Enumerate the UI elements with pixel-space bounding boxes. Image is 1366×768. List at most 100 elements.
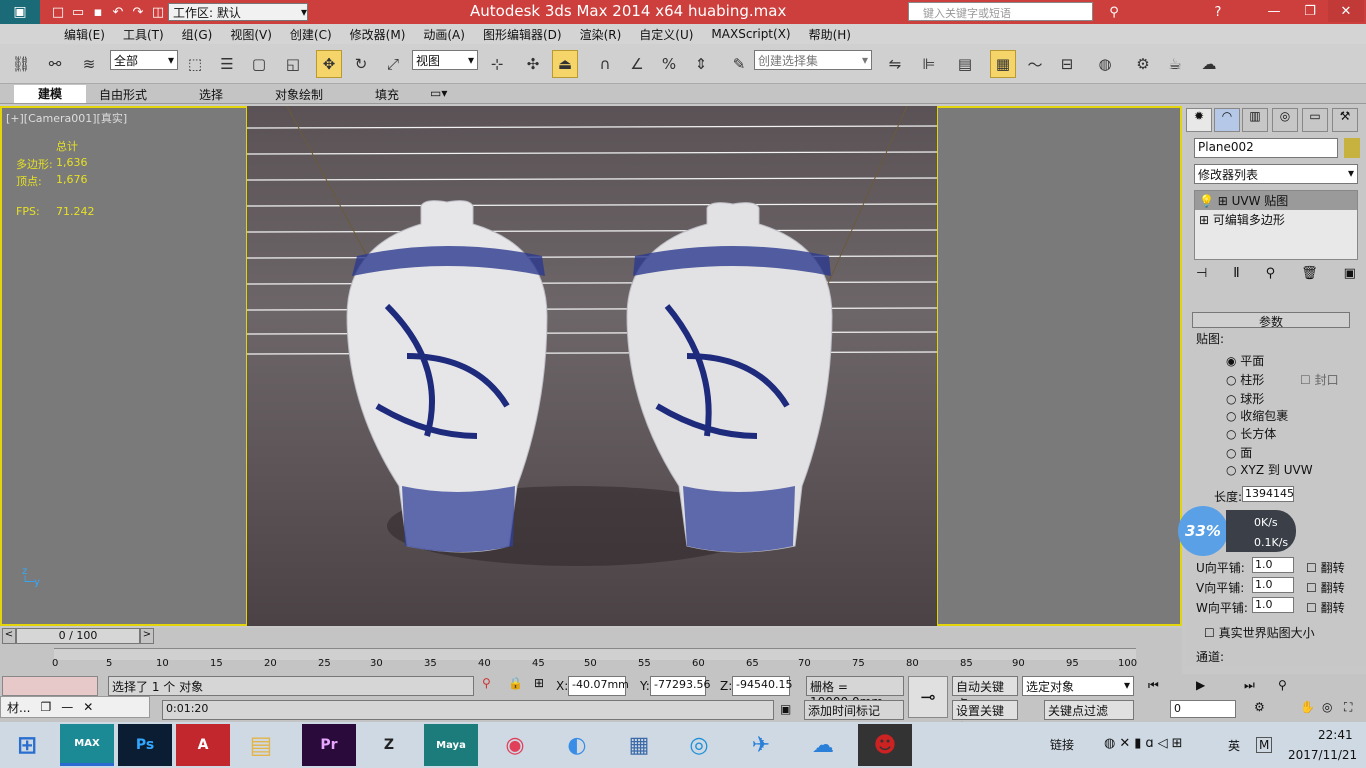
show-end-result-icon[interactable]: Ⅱ [1233,266,1239,281]
create-tab-icon[interactable]: ✹ [1186,108,1212,132]
move-icon[interactable]: ✥ [316,50,342,78]
radio-face[interactable]: ○ 面 [1226,444,1252,461]
taskbar-premiere-icon[interactable]: Pr [302,724,356,766]
tab-populate[interactable]: 填充 [375,86,399,103]
add-time-tag[interactable]: 添加时间标记 [804,700,904,720]
menu-group[interactable]: 组(G) [173,26,222,43]
v-tile-field[interactable]: 1.0 [1252,577,1294,593]
radio-box[interactable]: ○ 长方体 [1226,425,1276,442]
remove-modifier-icon[interactable]: 🗑 [1301,266,1318,281]
ribbon-options-icon[interactable]: ▭▾ [430,86,447,100]
stack-item-uvw[interactable]: 💡 ⊞ UVW 贴图 [1195,191,1357,210]
maxscript-listener-field[interactable] [2,676,98,696]
stack-item-editpoly[interactable]: ⊞ 可编辑多边形 [1195,210,1357,229]
link-icon[interactable]: ⛓ [8,50,34,78]
percent-snap-icon[interactable]: % [656,50,682,78]
goto-start-icon[interactable]: ⏮ [1148,678,1159,693]
hierarchy-tab-icon[interactable]: ▥ [1242,108,1268,132]
realworld-checkbox[interactable]: ☐ 真实世界贴图大小 [1204,624,1315,641]
taskbar-browser-icon[interactable]: ◐ [550,724,604,766]
ime-indicator[interactable]: 英 [1228,737,1240,754]
isolate-icon[interactable]: ⚲ [482,676,491,690]
task-window-tab[interactable]: 材... ❐ — ✕ [0,696,150,718]
time-prev-button[interactable]: < [2,628,16,644]
taskbar-camera-icon[interactable]: ◉ [488,724,542,766]
snap-icon[interactable]: ∩ [592,50,618,78]
orbit-icon[interactable]: ◎ [1322,700,1332,714]
window-crossing-icon[interactable]: ◱ [280,50,306,78]
task-restore-icon[interactable]: ❐ [40,700,51,714]
taskbar-mask-icon[interactable]: ☻ [858,724,912,766]
taskbar-photoshop-icon[interactable]: Ps [118,724,172,766]
help-icon[interactable]: ? [1208,2,1228,22]
configure-sets-icon[interactable]: ▣ [1344,266,1356,281]
open-file-icon[interactable]: ▭ [68,2,88,22]
menu-views[interactable]: 视图(V) [221,26,281,43]
clock-time[interactable]: 22:41 [1318,728,1353,742]
time-tag-icon[interactable]: ▣ [780,702,791,716]
angle-snap-icon[interactable]: ∠ [624,50,650,78]
render-production-icon[interactable]: ☁ [1196,50,1222,78]
object-name-field[interactable]: Plane002 [1194,138,1338,158]
radio-xyz-uvw[interactable]: ○ XYZ 到 UVW [1226,461,1313,478]
tab-freeform[interactable]: 自由形式 [99,86,147,103]
v-flip-checkbox[interactable]: ☐ 翻转 [1306,579,1345,596]
tab-selection[interactable]: 选择 [199,86,223,103]
time-slider[interactable]: 0 / 100 [16,628,140,644]
render-setup-icon[interactable]: ⚙ [1130,50,1156,78]
manipulate-icon[interactable]: ✣ [520,50,546,78]
modifier-list-dropdown[interactable]: 修改器列表 ▾ [1194,164,1358,184]
tab-modeling[interactable]: 建模 [14,85,86,103]
taskbar-cloud-icon[interactable]: ☁ [796,724,850,766]
viewport-label[interactable]: [+][Camera001][真实] [6,110,127,126]
menu-graph-editors[interactable]: 图形编辑器(D) [474,26,571,43]
close-button[interactable]: ✕ [1328,0,1364,22]
motion-tab-icon[interactable]: ◎ [1272,108,1298,132]
menu-animation[interactable]: 动画(A) [414,26,474,43]
time-config-icon[interactable]: ⚙ [1254,700,1265,714]
utilities-tab-icon[interactable]: ⚒ [1332,108,1358,132]
edit-named-selection-icon[interactable]: ✎ [726,50,752,78]
taskbar-explorer-icon[interactable]: ▤ [234,724,288,766]
windows-start-icon[interactable]: ⊞ [0,724,54,766]
auto-key-button[interactable]: 自动关键点 [952,676,1018,711]
play-icon[interactable]: ▶ [1196,678,1205,692]
align-icon[interactable]: ⊫ [916,50,942,78]
pan-icon[interactable]: ✋ [1300,700,1315,714]
taskbar-link-label[interactable]: 链接 [1050,736,1074,753]
object-color-swatch[interactable] [1344,138,1360,158]
ime-mode-icon[interactable]: M [1256,737,1273,753]
selection-filter-dropdown[interactable]: 全部 ▾ [110,50,178,70]
taskbar-zbrush-icon[interactable]: Z [362,724,416,766]
y-coord-field[interactable]: -77293.56 [650,676,710,696]
taskbar-maya-icon[interactable]: Maya [424,724,478,766]
rotate-icon[interactable]: ↻ [348,50,374,78]
tray-icons[interactable]: ◍✕▮ɑ◁⊞ [1104,736,1187,751]
menu-edit[interactable]: 编辑(E) [55,26,114,43]
save-icon[interactable]: ▪ [88,2,108,22]
u-flip-checkbox[interactable]: ☐ 翻转 [1306,559,1345,576]
set-key-button[interactable]: 设置关键点 [952,700,1018,735]
menu-customize[interactable]: 自定义(U) [630,26,702,43]
pin-stack-icon[interactable]: ⊣ [1196,266,1207,281]
scale-icon[interactable]: ⤢ [380,50,406,78]
project-folder-icon[interactable]: ◫ [148,2,168,22]
restore-button[interactable]: ❐ [1292,0,1328,22]
cap-checkbox[interactable]: ☐ 封口 [1300,371,1339,388]
minimize-button[interactable]: — [1256,0,1292,22]
taskbar-calculator-icon[interactable]: ▦ [612,724,666,766]
radio-shrinkwrap[interactable]: ○ 收缩包裹 [1226,407,1288,424]
menu-modifiers[interactable]: 修改器(M) [341,26,415,43]
material-editor-icon[interactable]: ◍ [1092,50,1118,78]
display-tab-icon[interactable]: ▭ [1302,108,1328,132]
radio-planar[interactable]: ◉ 平面 [1226,352,1264,369]
app-logo-icon[interactable]: ▣ [0,0,40,24]
layer-manager-icon[interactable]: ▤ [952,50,978,78]
absolute-mode-icon[interactable]: ⊞ [534,676,544,690]
x-coord-field[interactable]: -40.07mm [568,676,629,696]
spinner-snap-icon[interactable]: ⇕ [688,50,714,78]
workspace-dropdown[interactable]: 工作区: 默认 ▾ [168,3,308,21]
tab-object-paint[interactable]: 对象绘制 [275,86,323,103]
binoculars-icon[interactable]: ⚲ [1104,2,1124,22]
rect-region-icon[interactable]: ▢ [246,50,272,78]
